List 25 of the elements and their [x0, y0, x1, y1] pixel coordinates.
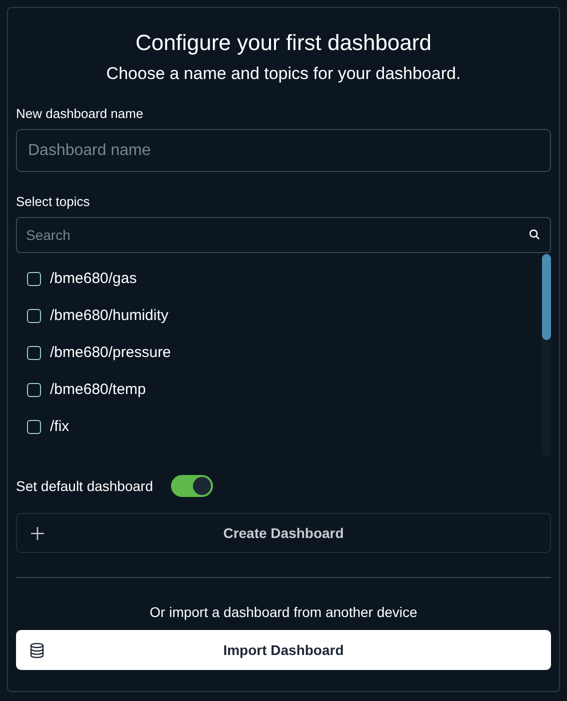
checkbox[interactable] — [27, 308, 41, 322]
checkbox[interactable] — [27, 272, 41, 286]
topic-label: /bme680/gas — [50, 270, 137, 287]
topic-label: /bme680/pressure — [50, 344, 171, 361]
import-hint: Or import a dashboard from another device — [150, 604, 418, 620]
database-icon — [30, 642, 44, 658]
toggle-label: Set default dashboard — [16, 478, 153, 494]
scrollbar-thumb[interactable] — [542, 254, 551, 340]
create-dashboard-button[interactable]: Create Dashboard — [16, 513, 551, 553]
topic-label: /bme680/temp — [50, 381, 146, 398]
plus-icon — [31, 526, 44, 540]
checkbox[interactable] — [27, 420, 41, 434]
checkbox[interactable] — [27, 382, 41, 396]
search-icon — [529, 229, 540, 240]
dialog-title: Configure your first dashboard — [136, 30, 432, 56]
default-toggle[interactable] — [171, 475, 213, 497]
field-label: New dashboard name — [16, 106, 144, 121]
import-dashboard-button[interactable]: Import Dashboard — [16, 630, 551, 670]
name-input-field[interactable]: Dashboard name — [16, 129, 551, 172]
dialog-subtitle: Choose a name and topics for your dashboard. — [106, 64, 461, 84]
topic-label: /bme680/humidity — [50, 307, 168, 324]
topic-label: /fix — [50, 418, 70, 435]
checkbox[interactable] — [27, 346, 41, 360]
field-label: Select topics — [16, 194, 90, 209]
search-field[interactable]: Search — [16, 217, 551, 253]
